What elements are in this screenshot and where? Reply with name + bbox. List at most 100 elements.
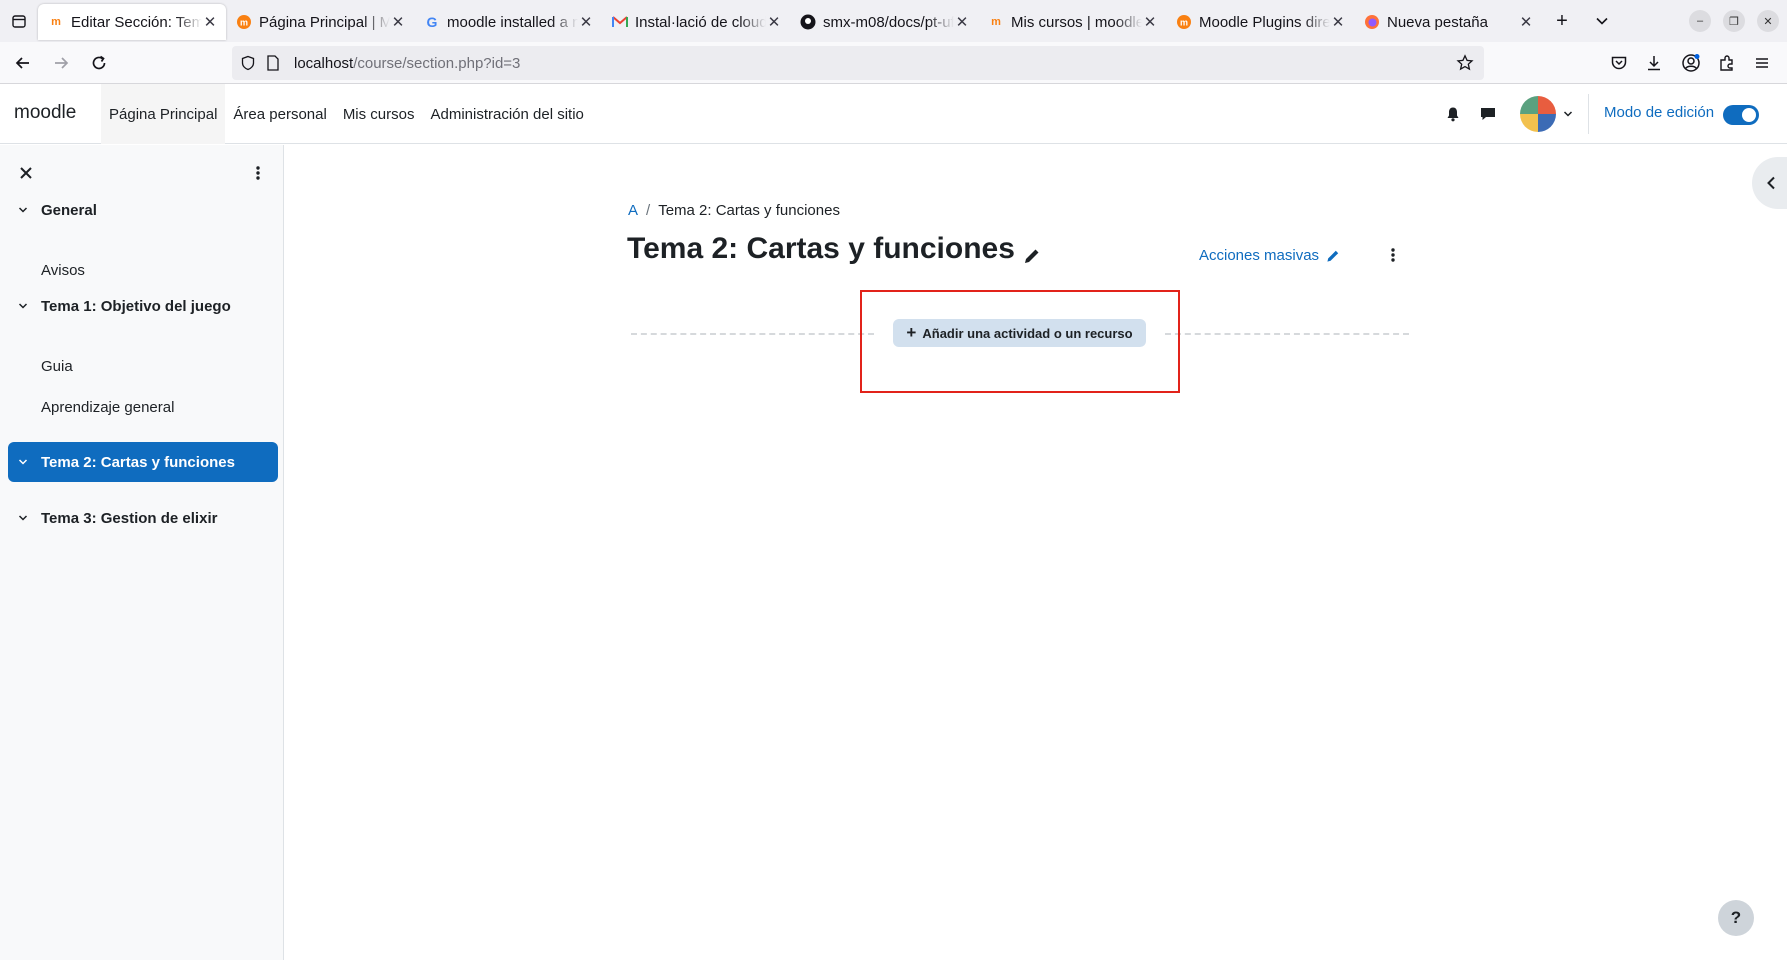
tab-close-icon[interactable]: ✕ [1142, 13, 1158, 31]
pencil-icon [1325, 248, 1341, 264]
tab-close-icon[interactable]: ✕ [202, 13, 218, 31]
toggle-knob [1742, 108, 1756, 122]
edit-title-pencil-icon[interactable] [1022, 246, 1042, 266]
github-favicon-icon [800, 14, 816, 30]
highlight-box [860, 290, 1180, 393]
chevron-down-icon[interactable] [18, 301, 32, 311]
moodle-favicon-icon: m [51, 16, 61, 28]
window-minimize-icon[interactable]: – [1689, 10, 1711, 32]
google-favicon-icon: G [426, 14, 438, 30]
primary-navigation: Página Principal Área personal Mis curso… [101, 84, 592, 144]
browser-tab-google[interactable]: G moodle installed a nginx ✕ [414, 4, 602, 40]
breadcrumb: A / Tema 2: Cartas y funciones [628, 202, 840, 219]
tab-title: smx-m08/docs/pt-uf1 [823, 13, 954, 31]
site-brand[interactable]: moodle [14, 102, 76, 124]
nav-item-home[interactable]: Página Principal [101, 84, 226, 144]
tab-title: Mis cursos | moodle [1011, 13, 1142, 31]
tab-title: moodle installed a nginx [447, 13, 578, 31]
edit-mode-label: Modo de edición [1604, 104, 1715, 121]
url-host: localhost [294, 54, 354, 72]
new-tab-plus-icon[interactable]: + [1542, 0, 1582, 42]
downloads-icon[interactable] [1643, 52, 1665, 74]
reload-icon[interactable] [80, 44, 118, 82]
nav-item-dashboard[interactable]: Área personal [225, 84, 334, 144]
section-title: Tema 3: Gestion de elixir [41, 509, 218, 527]
window-restore-icon[interactable]: ❐ [1723, 10, 1745, 32]
edit-mode-toggle[interactable] [1723, 105, 1759, 125]
page-title: Tema 2: Cartas y funciones [627, 232, 1015, 265]
tab-close-icon[interactable]: ✕ [390, 13, 406, 31]
browser-tab-gmail[interactable]: Instal·lació de cloudflare ✕ [602, 4, 790, 40]
section-title: Tema 1: Objetivo del juego [41, 297, 231, 315]
messages-chat-icon[interactable] [1478, 104, 1498, 124]
extensions-icon[interactable] [1716, 52, 1738, 74]
bulk-actions-label: Acciones masivas [1199, 247, 1320, 264]
drawer-options-kebab-icon[interactable] [248, 163, 268, 183]
window-close-icon[interactable]: ✕ [1757, 10, 1779, 32]
user-avatar[interactable] [1520, 96, 1556, 132]
chevron-down-icon[interactable] [18, 513, 32, 523]
course-index-activity-aprendizaje-general[interactable]: Aprendizaje general [41, 399, 174, 416]
svg-text:m: m [240, 18, 248, 28]
help-button[interactable]: ? [1718, 900, 1754, 936]
app-menu-hamburger-icon[interactable] [1751, 52, 1773, 74]
browser-tab-plugins[interactable]: m Moodle Plugins directory ✕ [1166, 4, 1354, 40]
course-index-section-tema-2[interactable]: Tema 2: Cartas y funciones [8, 442, 278, 482]
back-arrow-icon[interactable] [4, 44, 42, 82]
section-title: General [41, 201, 97, 219]
notifications-bell-icon[interactable] [1443, 104, 1463, 124]
tab-list-icon[interactable] [0, 0, 38, 42]
bulk-actions-link[interactable]: Acciones masivas [1199, 247, 1341, 264]
browser-tab-new-tab[interactable]: Nueva pestaña ✕ [1354, 4, 1542, 40]
tab-title: Nueva pestaña [1387, 13, 1488, 31]
section-title: Tema 2: Cartas y funciones [41, 453, 235, 471]
tab-title: Editar Sección: Tema 2: Cartas y funcion… [71, 13, 202, 31]
tab-close-icon[interactable]: ✕ [766, 13, 782, 31]
open-block-drawer-button[interactable] [1752, 157, 1787, 209]
chevron-down-icon[interactable] [18, 457, 32, 467]
browser-tab-home[interactable]: m Página Principal | Moodle ✕ [226, 4, 414, 40]
tab-title: Instal·lació de cloudflare [635, 13, 766, 31]
account-icon[interactable] [1680, 52, 1702, 74]
tab-close-icon[interactable]: ✕ [1518, 13, 1534, 31]
browser-tab-my-courses[interactable]: m Mis cursos | moodle ✕ [978, 4, 1166, 40]
course-index-section-tema-1[interactable]: Tema 1: Objetivo del juego [8, 286, 278, 326]
section-actions-kebab-icon[interactable] [1383, 245, 1403, 265]
breadcrumb-current: Tema 2: Cartas y funciones [658, 202, 840, 219]
divider-dashed-left [631, 333, 874, 335]
course-index-section-general[interactable]: General [8, 190, 278, 230]
header-divider [1588, 94, 1589, 134]
user-menu-chevron-down-icon[interactable] [1558, 104, 1578, 124]
tab-close-icon[interactable]: ✕ [954, 13, 970, 31]
breadcrumb-course-link[interactable]: A [628, 202, 638, 219]
list-all-tabs-chevron-icon[interactable] [1582, 0, 1622, 42]
moodle-favicon-icon: m [991, 16, 1001, 28]
bookmark-star-icon[interactable] [1456, 54, 1474, 72]
browser-tab-edit-section[interactable]: m Editar Sección: Tema 2: Cartas y funci… [38, 4, 226, 40]
chevron-down-icon[interactable] [18, 205, 32, 215]
firefox-favicon-icon [1364, 14, 1380, 30]
close-drawer-icon[interactable] [16, 163, 36, 183]
moodle-orange-favicon-icon: m [1176, 14, 1192, 30]
tab-close-icon[interactable]: ✕ [578, 13, 594, 31]
tab-title: Moodle Plugins directory [1199, 13, 1330, 31]
forward-arrow-icon[interactable] [42, 44, 80, 82]
url-bar[interactable]: localhost/course/section.php?id=3 [232, 46, 1484, 80]
page-info-icon[interactable] [266, 55, 284, 71]
divider-dashed-right [1165, 333, 1409, 335]
browser-tab-strip: m Editar Sección: Tema 2: Cartas y funci… [0, 0, 1787, 42]
nav-item-site-admin[interactable]: Administración del sitio [423, 84, 592, 144]
nav-item-my-courses[interactable]: Mis cursos [335, 84, 423, 144]
tab-close-icon[interactable]: ✕ [1330, 13, 1346, 31]
breadcrumb-separator: / [646, 202, 651, 219]
gmail-favicon-icon [612, 14, 628, 30]
browser-nav-bar: localhost/course/section.php?id=3 [0, 42, 1787, 84]
course-index-section-tema-3[interactable]: Tema 3: Gestion de elixir [8, 498, 278, 538]
tracking-shield-icon[interactable] [240, 55, 258, 71]
browser-tab-github[interactable]: smx-m08/docs/pt-uf1 ✕ [790, 4, 978, 40]
course-index-activity-guia[interactable]: Guia [41, 358, 73, 375]
moodle-header: moodle Página Principal Área personal Mi… [0, 84, 1787, 144]
course-index-activity-avisos[interactable]: Avisos [41, 262, 85, 279]
pocket-icon[interactable] [1608, 52, 1630, 74]
tab-title: Página Principal | Moodle [259, 13, 390, 31]
